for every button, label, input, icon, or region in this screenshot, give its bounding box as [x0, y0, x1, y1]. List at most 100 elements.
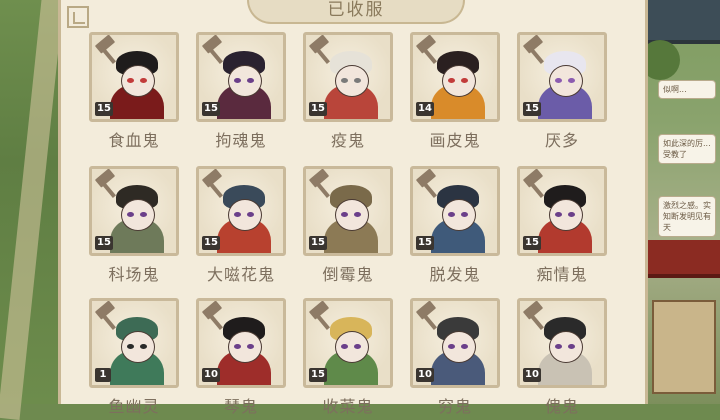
ghost-card[interactable]: 10 穷鬼 — [410, 298, 500, 417]
ghost-eye — [234, 344, 241, 349]
hammer-icon — [415, 35, 443, 64]
ghost-card[interactable]: 15 倒霉鬼 — [303, 166, 393, 285]
ghost-name: 疫鬼 — [330, 131, 365, 150]
ghost-card[interactable]: 15 科场鬼 — [89, 166, 179, 285]
ghost-card[interactable]: 15 疫鬼 — [303, 32, 393, 151]
level-badge: 15 — [309, 368, 327, 382]
ghost-name: 收菜鬼 — [322, 397, 374, 416]
ghost-name: 画皮鬼 — [429, 131, 481, 150]
ghost-eye — [448, 212, 455, 217]
ghost-eye — [461, 212, 468, 217]
ghost-eye — [341, 344, 348, 349]
level-badge: 10 — [523, 368, 541, 382]
level-badge: 15 — [95, 102, 113, 116]
ghost-card[interactable]: 15 厌多 — [517, 32, 607, 151]
ghost-portrait[interactable]: 15 — [517, 32, 607, 122]
building-roof — [648, 0, 720, 44]
ghost-eye — [341, 78, 348, 83]
level-badge: 15 — [309, 102, 327, 116]
ghost-portrait[interactable]: 1 — [89, 298, 179, 388]
ghost-card[interactable]: 15 拘魂鬼 — [196, 32, 286, 151]
ghost-name: 食血鬼 — [108, 131, 160, 150]
ghost-eye — [568, 78, 575, 83]
ghost-name: 鱼幽灵 — [108, 397, 160, 416]
ghost-eye — [354, 212, 361, 217]
ghost-eye — [568, 344, 575, 349]
building-roof — [648, 240, 720, 278]
level-badge: 15 — [309, 236, 327, 250]
ghost-card[interactable]: 15 痴情鬼 — [517, 166, 607, 285]
ghost-name: 拘魂鬼 — [215, 131, 267, 150]
level-badge: 15 — [95, 236, 113, 250]
ghost-name: 倒霉鬼 — [322, 265, 374, 284]
ghost-name: 痴情鬼 — [536, 265, 588, 284]
ghost-eye — [127, 78, 134, 83]
ghost-eye — [247, 78, 254, 83]
hammer-icon — [201, 169, 229, 198]
ghost-eye — [140, 78, 147, 83]
ghost-card[interactable]: 15 大嗞花鬼 — [196, 166, 286, 285]
panel-title: 已收服 — [247, 0, 465, 24]
level-badge: 15 — [202, 102, 220, 116]
ghost-portrait[interactable]: 15 — [410, 166, 500, 256]
ghost-name: 科场鬼 — [108, 265, 160, 284]
ghost-portrait[interactable]: 15 — [196, 32, 286, 122]
background-road — [0, 0, 65, 420]
ghost-name: 脱发鬼 — [429, 265, 481, 284]
level-badge: 15 — [523, 236, 541, 250]
ghost-portrait[interactable]: 10 — [196, 298, 286, 388]
hammer-icon — [415, 301, 443, 330]
ghost-eye — [555, 78, 562, 83]
hammer-icon — [94, 35, 122, 64]
ghost-card[interactable]: 1 鱼幽灵 — [89, 298, 179, 417]
ghost-card[interactable]: 15 脱发鬼 — [410, 166, 500, 285]
hammer-icon — [94, 169, 122, 198]
tree — [648, 40, 680, 80]
ghost-portrait[interactable]: 14 — [410, 32, 500, 122]
level-badge: 15 — [416, 236, 434, 250]
chat-bubble: 如此深的厉...受教了 — [658, 134, 716, 164]
hammer-icon — [522, 301, 550, 330]
ghost-eye — [247, 212, 254, 217]
background-scene-left — [0, 0, 65, 420]
hammer-icon — [308, 301, 336, 330]
ghost-name: 琴鬼 — [223, 397, 258, 416]
level-badge: 14 — [416, 102, 434, 116]
ghost-card[interactable]: 15 食血鬼 — [89, 32, 179, 151]
ghost-grid: 15 食血鬼 15 拘魂鬼 15 疫鬼 14 画皮鬼 15 厌多 15 科场鬼 15 大嗞花鬼 15 倒霉鬼 1… — [89, 32, 609, 416]
ghost-eye — [247, 344, 254, 349]
ghost-eye — [127, 212, 134, 217]
ghost-portrait[interactable]: 10 — [410, 298, 500, 388]
ghost-portrait[interactable]: 10 — [517, 298, 607, 388]
background-scene-right: 似啊... 如此深的厉...受教了 激烈之感。实知断发明见有天 — [648, 0, 720, 404]
ghost-portrait[interactable]: 15 — [517, 166, 607, 256]
ghost-portrait[interactable]: 15 — [303, 166, 393, 256]
ghost-card[interactable]: 14 画皮鬼 — [410, 32, 500, 151]
level-badge: 10 — [416, 368, 434, 382]
ghost-name: 穷鬼 — [437, 397, 472, 416]
ghost-eye — [568, 212, 575, 217]
ghost-portrait[interactable]: 15 — [303, 32, 393, 122]
ghost-portrait[interactable]: 15 — [303, 298, 393, 388]
chat-bubble: 激烈之感。实知断发明见有天 — [658, 196, 716, 237]
hammer-icon — [201, 35, 229, 64]
ghost-eye — [234, 212, 241, 217]
ghost-portrait[interactable]: 15 — [89, 32, 179, 122]
level-badge: 15 — [523, 102, 541, 116]
hammer-icon — [308, 169, 336, 198]
corner-ornament-icon — [67, 6, 89, 28]
ghost-card[interactable]: 15 收菜鬼 — [303, 298, 393, 417]
level-badge: 15 — [202, 236, 220, 250]
ghost-eye — [555, 212, 562, 217]
ghost-portrait[interactable]: 15 — [196, 166, 286, 256]
ghost-eye — [354, 344, 361, 349]
collection-panel: 已收服 15 食血鬼 15 拘魂鬼 15 疫鬼 14 画皮鬼 15 厌多 15 科场鬼 15 大嗞花鬼 15… — [58, 0, 648, 416]
ghost-name: 大嗞花鬼 — [206, 265, 275, 284]
ghost-eye — [461, 78, 468, 83]
ghost-eye — [140, 344, 147, 349]
ghost-card[interactable]: 10 傀鬼 — [517, 298, 607, 417]
ghost-eye — [127, 344, 134, 349]
ghost-portrait[interactable]: 15 — [89, 166, 179, 256]
level-badge: 10 — [202, 368, 220, 382]
ghost-card[interactable]: 10 琴鬼 — [196, 298, 286, 417]
